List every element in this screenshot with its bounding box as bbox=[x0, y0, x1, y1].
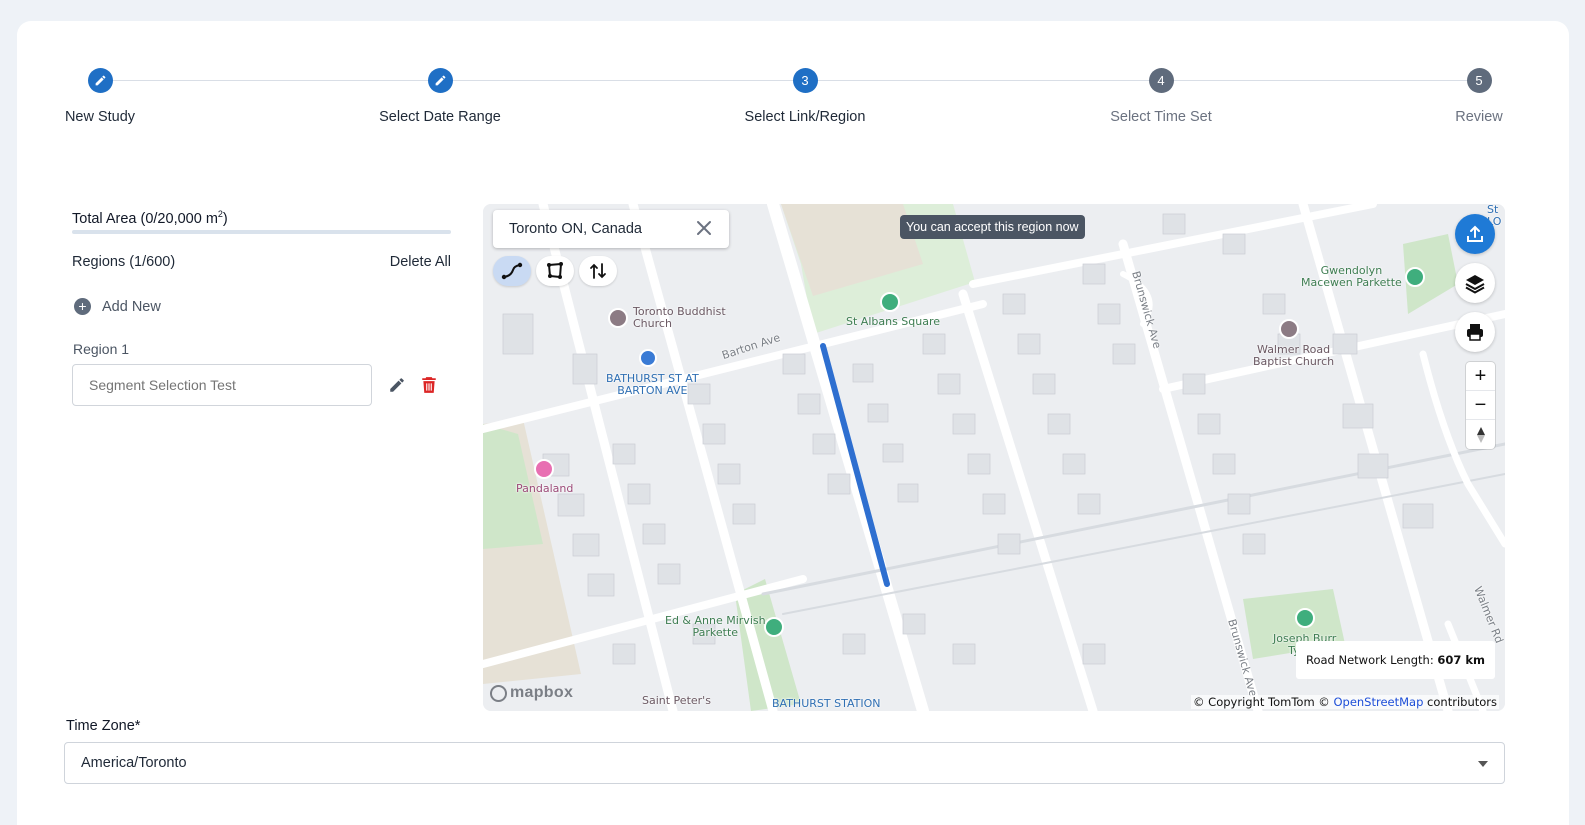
map-attribution: © Copyright TomTom © OpenStreetMap contr… bbox=[1191, 695, 1499, 709]
park-poi-icon[interactable] bbox=[764, 617, 784, 637]
regions-count: Regions (1/600) bbox=[72, 254, 176, 270]
total-area: Total Area (0/20,000 m2) bbox=[72, 200, 452, 228]
step-review[interactable]: 5 Review bbox=[1369, 68, 1585, 125]
map-label: Ed & Anne Mirvish Parkette bbox=[665, 614, 766, 639]
timezone-label: Time Zone* bbox=[66, 718, 141, 734]
edit-icon bbox=[427, 68, 453, 93]
step-label: Select Time Set bbox=[1110, 109, 1212, 125]
draw-toolbar bbox=[493, 256, 617, 286]
timezone-select[interactable]: America/Toronto bbox=[64, 742, 1505, 784]
step-number: 5 bbox=[1466, 68, 1492, 93]
accept-region-tooltip: You can accept this region now bbox=[900, 215, 1085, 239]
attribution-prefix: © Copyright TomTom © bbox=[1193, 695, 1334, 709]
openstreetmap-link[interactable]: OpenStreetMap bbox=[1333, 695, 1423, 709]
regions-header: Regions (1/600) Delete All bbox=[72, 254, 452, 270]
map-label: BATHURST ST AT BARTON AVE bbox=[606, 372, 699, 397]
step-select-date-range[interactable]: Select Date Range bbox=[330, 68, 550, 125]
map-label: Gwendolyn Macewen Parkette bbox=[1301, 264, 1402, 289]
zoom-out-button[interactable]: − bbox=[1466, 391, 1495, 420]
area-progress-bar bbox=[72, 230, 451, 234]
close-icon[interactable] bbox=[695, 219, 713, 237]
step-label: Review bbox=[1455, 109, 1503, 125]
edit-icon bbox=[87, 68, 113, 93]
step-select-time-set[interactable]: 4 Select Time Set bbox=[1051, 68, 1271, 125]
church-poi-icon[interactable] bbox=[608, 308, 628, 328]
print-icon[interactable] bbox=[1455, 312, 1495, 352]
mapbox-logo-text: mapbox bbox=[510, 684, 574, 701]
region-name-input[interactable] bbox=[72, 364, 372, 406]
line-draw-icon[interactable] bbox=[493, 256, 531, 286]
map-label: Toronto Buddhist Church bbox=[633, 305, 726, 330]
park-poi-icon[interactable] bbox=[880, 292, 900, 312]
mapbox-logo[interactable]: mapbox bbox=[490, 684, 573, 702]
location-search-input[interactable]: Toronto ON, Canada bbox=[493, 210, 729, 248]
toy-store-poi-icon[interactable] bbox=[534, 459, 554, 479]
zoom-controls: + − bbox=[1466, 362, 1495, 449]
layers-icon[interactable] bbox=[1455, 263, 1495, 303]
search-value: Toronto ON, Canada bbox=[509, 221, 642, 237]
mapbox-logo-icon bbox=[490, 684, 507, 702]
region-row bbox=[72, 364, 452, 406]
attribution-suffix: contributors bbox=[1423, 695, 1497, 709]
timezone-value: America/Toronto bbox=[81, 755, 187, 771]
step-number: 3 bbox=[792, 68, 818, 93]
church-poi-icon[interactable] bbox=[1279, 319, 1299, 339]
map-label: Walmer Road Baptist Church bbox=[1253, 343, 1335, 368]
add-new-label: Add New bbox=[102, 298, 161, 315]
add-new-button[interactable]: + Add New bbox=[72, 298, 452, 315]
road-network-length: Road Network Length: 607 km bbox=[1295, 641, 1495, 679]
total-area-close: ) bbox=[222, 210, 228, 227]
step-label: Select Date Range bbox=[379, 109, 501, 125]
map-label: St Albans Square bbox=[846, 315, 941, 328]
plus-icon: + bbox=[74, 298, 91, 315]
map-label: BATHURST STATION bbox=[772, 697, 881, 710]
bus-stop-icon[interactable] bbox=[639, 349, 657, 367]
step-select-link-region[interactable]: 3 Select Link/Region bbox=[695, 68, 915, 125]
swap-direction-icon[interactable] bbox=[579, 256, 617, 286]
region-name: Region 1 bbox=[73, 341, 130, 357]
step-label: Select Link/Region bbox=[744, 109, 866, 125]
regions-panel: Total Area (0/20,000 m2) Regions (1/600)… bbox=[72, 200, 452, 406]
road-network-label: Road Network Length: bbox=[1305, 653, 1434, 667]
step-number: 4 bbox=[1148, 68, 1174, 93]
delete-all-button[interactable]: Delete All bbox=[390, 254, 451, 270]
chevron-down-icon bbox=[1478, 761, 1488, 767]
polygon-draw-icon[interactable] bbox=[536, 256, 574, 286]
stepper: New Study Select Date Range 3 Select Lin… bbox=[0, 0, 1585, 140]
total-area-text: Total Area (0/20,000 m bbox=[72, 210, 218, 227]
pencil-icon[interactable] bbox=[386, 374, 408, 396]
map-label: Pandaland bbox=[516, 482, 574, 495]
compass-icon[interactable] bbox=[1466, 420, 1495, 449]
map-view[interactable]: Toronto Buddhist Church St Albans Square… bbox=[483, 204, 1505, 711]
upload-icon[interactable] bbox=[1455, 214, 1495, 254]
map-label: Saint Peter's bbox=[642, 694, 711, 707]
park-poi-icon[interactable] bbox=[1405, 267, 1425, 287]
trash-icon[interactable] bbox=[418, 374, 440, 396]
step-new-study[interactable]: New Study bbox=[0, 68, 210, 125]
road-network-value: 607 km bbox=[1437, 653, 1485, 667]
step-label: New Study bbox=[64, 109, 136, 125]
park-poi-icon[interactable] bbox=[1295, 608, 1315, 628]
zoom-in-button[interactable]: + bbox=[1466, 362, 1495, 391]
